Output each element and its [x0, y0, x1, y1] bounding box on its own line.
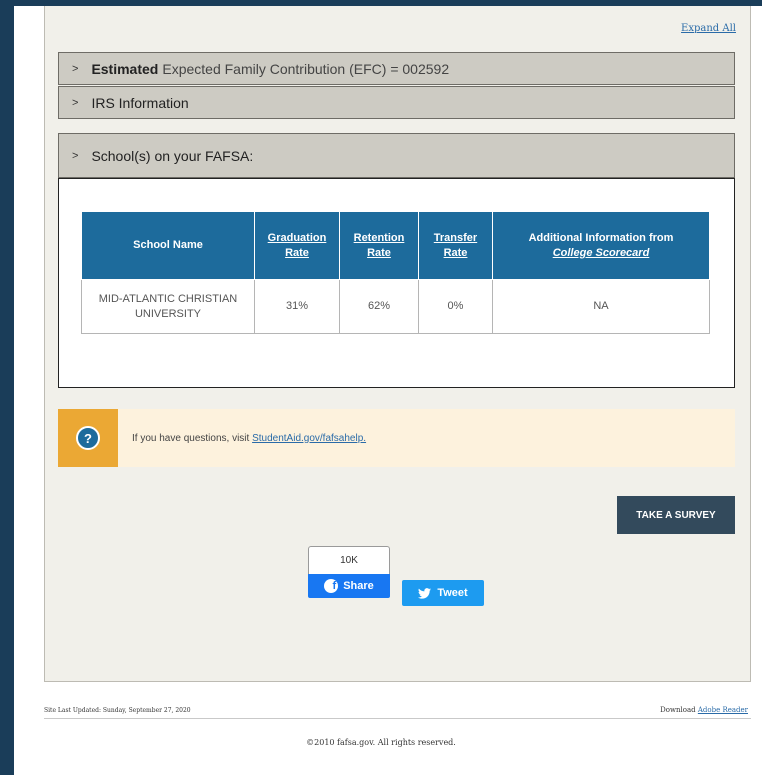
chevron-right-icon: > — [72, 149, 79, 162]
accordion-efc[interactable]: > Estimated Expected Family Contribution… — [58, 52, 735, 85]
help-icon-block: ? — [58, 409, 118, 467]
efc-label-bold: Estimated — [91, 60, 159, 77]
header-graduation-rate[interactable]: Graduation Rate — [254, 211, 340, 280]
take-survey-button[interactable]: TAKE A SURVEY — [617, 496, 735, 534]
tweet-button[interactable]: Tweet — [402, 580, 484, 606]
schools-panel: School Name Graduation Rate Retention Ra… — [58, 178, 735, 388]
facebook-icon: f — [324, 579, 339, 593]
question-mark-icon: ? — [76, 426, 100, 450]
twitter-bird-icon — [418, 587, 432, 599]
efc-label: Expected Family Contribution (EFC) = 002… — [162, 60, 450, 77]
table-row: MID-ATLANTIC CHRISTIAN UNIVERSITY 31% 62… — [81, 279, 710, 334]
facebook-share-widget: 10K f Share — [308, 546, 390, 598]
header-school-name: School Name — [81, 211, 255, 280]
site-last-updated: Site Last Updated: Sunday, September 27,… — [44, 707, 191, 714]
adobe-reader-link[interactable]: Adobe Reader — [698, 706, 748, 714]
college-scorecard-link[interactable]: College Scorecard — [553, 247, 650, 259]
help-notice: ? If you have questions, visit StudentAi… — [58, 409, 735, 467]
cell-school-name: MID-ATLANTIC CHRISTIAN UNIVERSITY — [81, 279, 255, 334]
main-panel: Expand All > Estimated Expected Family C… — [44, 6, 751, 682]
cell-graduation-rate: 31% — [254, 279, 340, 334]
cell-transfer-rate: 0% — [418, 279, 493, 334]
facebook-share-count: 10K — [308, 546, 390, 574]
accordion-irs-information[interactable]: > IRS Information — [58, 86, 735, 119]
header-retention-rate[interactable]: Retention Rate — [339, 211, 419, 280]
cell-additional-info: NA — [492, 279, 710, 334]
irs-label: IRS Information — [91, 94, 189, 111]
cell-retention-rate: 62% — [339, 279, 419, 334]
header-transfer-rate[interactable]: Transfer Rate — [418, 211, 493, 280]
schools-label: School(s) on your FAFSA: — [91, 147, 254, 164]
expand-all-link[interactable]: Expand All — [681, 23, 736, 34]
chevron-right-icon: > — [72, 62, 79, 75]
download-adobe-reader: Download Adobe Reader — [660, 706, 748, 714]
schools-table: School Name Graduation Rate Retention Ra… — [81, 211, 710, 334]
help-text: If you have questions, visit StudentAid.… — [132, 432, 367, 444]
facebook-share-button[interactable]: f Share — [308, 574, 390, 598]
left-frame-bar — [0, 0, 14, 775]
footer-divider — [44, 718, 751, 719]
accordion-schools[interactable]: > School(s) on your FAFSA: — [58, 133, 735, 178]
copyright: ©2010 fafsa.gov. All rights reserved. — [306, 738, 456, 747]
chevron-right-icon: > — [72, 96, 79, 109]
studentaid-help-link[interactable]: StudentAid.gov/fafsahelp. — [252, 433, 366, 444]
header-additional-info: Additional Information from College Scor… — [492, 211, 710, 280]
